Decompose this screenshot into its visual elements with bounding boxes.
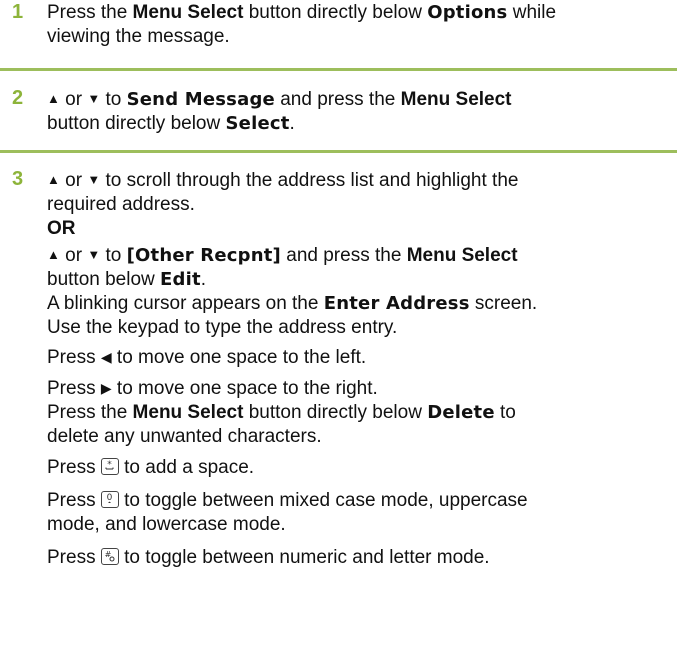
star-key-icon: * [100,458,119,475]
step-body: ▲ or ▼ to scroll through the address lis… [47,168,672,570]
display-text: Delete [427,402,495,423]
up-arrow-icon: ▲ [47,172,60,187]
divider [0,150,677,153]
display-text: Select [225,113,290,134]
menu-select-label: Menu Select [132,2,244,23]
step-body: Press the Menu Select button directly be… [47,1,672,49]
step-body: ▲ or ▼ to Send Message and press the Men… [47,87,672,136]
menu-select-label: Menu Select [400,89,512,110]
display-text: Enter Address [323,293,470,314]
step-number: 2 [12,87,24,109]
display-text: Options [427,2,508,23]
step-line: mode, and lowercase mode. [47,514,286,535]
right-nav-icon: ▶ [100,380,112,396]
up-arrow-icon: ▲ [47,247,60,262]
step-line: button below Edit. [47,269,207,290]
step-line: Use the keypad to type the address entry… [47,317,398,338]
step-line: Press the Menu Select button directly be… [47,402,516,423]
step-number: 1 [12,1,24,23]
divider [0,68,677,71]
step-number: 3 [12,168,24,190]
step-line: delete any unwanted characters. [47,426,322,447]
menu-select-label: Menu Select [406,245,518,266]
down-arrow-icon: ▼ [87,91,101,106]
step-line: ▲ or ▼ to [Other Recpnt] and press the M… [47,245,518,266]
instruction-page: 1 Press the Menu Select button directly … [0,0,678,647]
step-line: required address. [47,194,195,215]
pound-key-icon: # [100,548,119,565]
step-line: Press 0 to toggle between mixed case mod… [47,490,528,511]
display-text: Send Message [126,89,275,110]
svg-text:0: 0 [106,493,112,503]
or-label: OR [47,218,76,239]
menu-select-label: Menu Select [132,402,244,423]
step-line: ▲ or ▼ to scroll through the address lis… [47,170,519,191]
step-line: Press ▶ to move one space to the right. [47,378,378,399]
down-arrow-icon: ▼ [87,247,101,262]
step-line: Press # to toggle between numeric and le… [47,547,490,568]
down-arrow-icon: ▼ [87,172,101,187]
up-arrow-icon: ▲ [47,91,60,106]
step-line: viewing the message. [47,26,230,47]
step-line: Press * to add a space. [47,457,255,478]
step-line: ▲ or ▼ to Send Message and press the Men… [47,89,512,110]
step-line: A blinking cursor appears on the Enter A… [47,293,538,314]
left-nav-icon: ◀ [100,349,112,365]
step-line: button directly below Select. [47,113,295,134]
display-text: [Other Recpnt] [126,245,281,266]
step-line: Press the Menu Select button directly be… [47,2,557,23]
zero-key-icon: 0 [100,491,119,508]
display-text: Edit [160,269,201,290]
step-line: Press ◀ to move one space to the left. [47,347,367,368]
